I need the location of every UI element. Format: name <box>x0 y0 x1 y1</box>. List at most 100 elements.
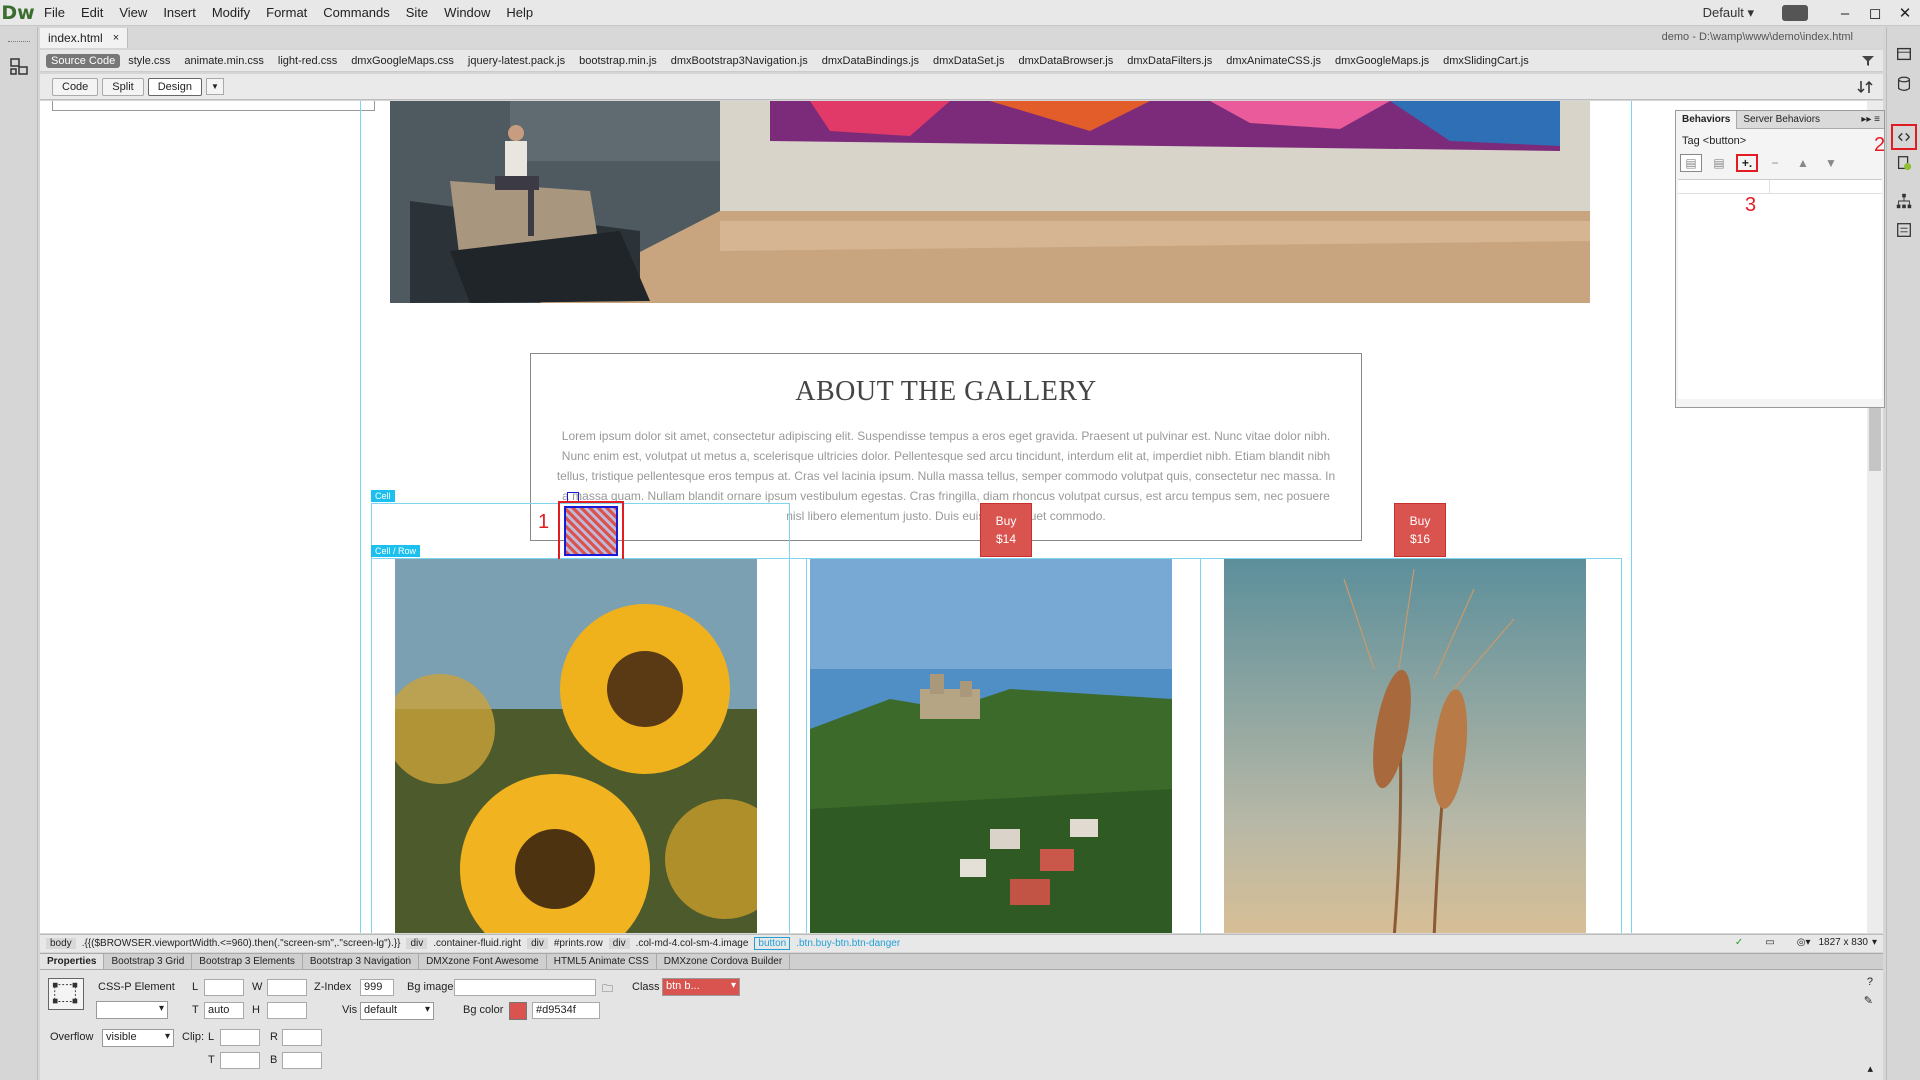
clip-top-input[interactable] <box>220 1052 260 1069</box>
scrollbar-thumb[interactable] <box>1869 401 1881 471</box>
selected-buy-button[interactable] <box>558 501 624 561</box>
database-icon[interactable] <box>1893 73 1915 95</box>
minimize-button[interactable]: – <box>1830 2 1860 24</box>
tag-col-class[interactable]: .col-md-4.col-sm-4.image <box>636 938 749 949</box>
tag-button-class[interactable]: .btn.buy-btn.btn-danger <box>796 938 900 949</box>
related-file[interactable]: dmxDataBindings.js <box>822 55 919 67</box>
related-file[interactable]: animate.min.css <box>184 55 263 67</box>
tab-bootstrap-elements[interactable]: Bootstrap 3 Elements <box>192 954 303 969</box>
tag-container-class[interactable]: .container-fluid.right <box>433 938 521 949</box>
menu-commands[interactable]: Commands <box>315 0 397 26</box>
menu-format[interactable]: Format <box>258 0 315 26</box>
sync-settings-button[interactable] <box>1782 5 1808 21</box>
insert-panel-icon[interactable] <box>8 56 30 78</box>
bg-color-input[interactable]: #d9534f <box>532 1002 600 1019</box>
close-tab-icon[interactable]: × <box>113 32 119 44</box>
tag-body-class[interactable]: .{{($BROWSER.viewportWidth.<=960).then(.… <box>82 938 401 949</box>
design-view[interactable]: ABOUT THE GALLERY Lorem ipsum dolor sit … <box>40 101 1883 933</box>
related-file[interactable]: dmxDataSet.js <box>933 55 1005 67</box>
menu-site[interactable]: Site <box>398 0 436 26</box>
tag-button[interactable]: button <box>754 937 791 950</box>
menu-file[interactable]: File <box>36 0 73 26</box>
close-window-button[interactable]: ✕ <box>1890 2 1920 24</box>
clip-left-input[interactable] <box>220 1029 260 1046</box>
related-file[interactable]: jquery-latest.pack.js <box>468 55 565 67</box>
move-up-icon[interactable]: ▲ <box>1792 154 1814 172</box>
menu-window[interactable]: Window <box>436 0 498 26</box>
zindex-input[interactable]: 999 <box>360 979 394 996</box>
remove-behavior-button[interactable]: − <box>1764 154 1786 172</box>
tab-font-awesome[interactable]: DMXzone Font Awesome <box>419 954 547 969</box>
snippets-icon[interactable] <box>1893 219 1915 241</box>
tab-behaviors[interactable]: Behaviors <box>1676 110 1738 129</box>
related-file[interactable]: dmxBootstrap3Navigation.js <box>671 55 808 67</box>
tag-body[interactable]: body <box>46 938 76 949</box>
related-file[interactable]: dmxAnimateCSS.js <box>1226 55 1321 67</box>
related-file[interactable]: dmxGoogleMaps.js <box>1335 55 1429 67</box>
menu-insert[interactable]: Insert <box>155 0 204 26</box>
grip-handle[interactable] <box>7 41 30 44</box>
menu-edit[interactable]: Edit <box>73 0 111 26</box>
menu-modify[interactable]: Modify <box>204 0 258 26</box>
related-file[interactable]: dmxDataBrowser.js <box>1019 55 1114 67</box>
tab-index-html[interactable]: index.html × <box>40 28 129 48</box>
maximize-button[interactable]: ◻ <box>1860 2 1890 24</box>
bg-image-input[interactable] <box>454 979 596 996</box>
design-view-button[interactable]: Design <box>147 77 202 96</box>
source-code-button[interactable]: Source Code <box>46 53 121 68</box>
behaviors-panel-icon[interactable] <box>1891 124 1917 150</box>
move-down-icon[interactable]: ▼ <box>1820 154 1842 172</box>
bg-color-swatch[interactable] <box>509 1002 527 1020</box>
tag-div[interactable]: div <box>608 938 630 949</box>
add-behavior-button[interactable]: +. <box>1736 154 1758 172</box>
tag-div[interactable]: div <box>406 938 428 949</box>
class-select[interactable]: btn b... <box>662 978 740 996</box>
overflow-select[interactable]: visible <box>102 1029 174 1047</box>
show-all-events-icon[interactable]: ▤ <box>1708 154 1730 172</box>
panel-collapse-icon[interactable]: ▸▸ ≡ <box>1861 114 1884 125</box>
related-file[interactable]: dmxGoogleMaps.css <box>351 55 454 67</box>
tab-server-behaviors[interactable]: Server Behaviors <box>1737 111 1826 129</box>
menu-help[interactable]: Help <box>498 0 541 26</box>
code-view-button[interactable]: Code <box>52 77 99 96</box>
left-input[interactable] <box>204 979 244 996</box>
related-file[interactable]: bootstrap.min.js <box>579 55 657 67</box>
top-input[interactable]: auto <box>204 1002 244 1019</box>
buy-button-14[interactable]: Buy $14 <box>980 503 1032 557</box>
related-file[interactable]: dmxSlidingCart.js <box>1443 55 1529 67</box>
element-id-select[interactable] <box>96 1001 168 1019</box>
view-dropdown-icon[interactable]: ▼ <box>205 78 224 95</box>
site-map-icon[interactable] <box>1893 190 1915 212</box>
cell-tag[interactable]: Cell <box>371 490 395 502</box>
related-file[interactable]: style.css <box>128 55 170 67</box>
cell-row-tag[interactable]: Cell / Row <box>371 545 421 557</box>
related-file[interactable]: light-red.css <box>278 55 337 67</box>
assets-icon[interactable] <box>1893 152 1915 174</box>
height-input[interactable] <box>267 1002 307 1019</box>
tab-bootstrap-navigation[interactable]: Bootstrap 3 Navigation <box>303 954 420 969</box>
menu-view[interactable]: View <box>111 0 155 26</box>
tab-properties[interactable]: Properties <box>40 954 105 969</box>
show-set-events-icon[interactable]: ▤ <box>1680 154 1702 172</box>
tab-cordova-builder[interactable]: DMXzone Cordova Builder <box>657 954 791 969</box>
browse-folder-icon[interactable]: 🗀 <box>602 980 613 999</box>
split-view-button[interactable]: Split <box>102 77 144 96</box>
help-icon[interactable]: ? <box>1867 976 1873 988</box>
validation-ok-icon[interactable]: ✓ <box>1735 937 1743 948</box>
clip-right-input[interactable] <box>282 1029 322 1046</box>
tag-div[interactable]: div <box>527 938 548 949</box>
filter-icon[interactable] <box>1861 54 1875 68</box>
tag-prints-row[interactable]: #prints.row <box>554 938 603 949</box>
tab-bootstrap-grid[interactable]: Bootstrap 3 Grid <box>104 954 193 969</box>
size-dropdown-icon[interactable]: ▾ <box>1872 937 1877 948</box>
related-file[interactable]: dmxDataFilters.js <box>1127 55 1212 67</box>
sort-icon[interactable] <box>1857 79 1873 95</box>
buy-button-16[interactable]: Buy $16 <box>1394 503 1446 557</box>
tab-animate-css[interactable]: HTML5 Animate CSS <box>547 954 657 969</box>
visibility-select[interactable]: default <box>360 1002 434 1020</box>
width-input[interactable] <box>267 979 307 996</box>
browser-globe-icon[interactable]: ◎▾ <box>1797 937 1811 948</box>
panel-icon[interactable] <box>1893 43 1915 65</box>
device-preview-icon[interactable]: ▭ <box>1765 937 1774 948</box>
clip-bottom-input[interactable] <box>282 1052 322 1069</box>
